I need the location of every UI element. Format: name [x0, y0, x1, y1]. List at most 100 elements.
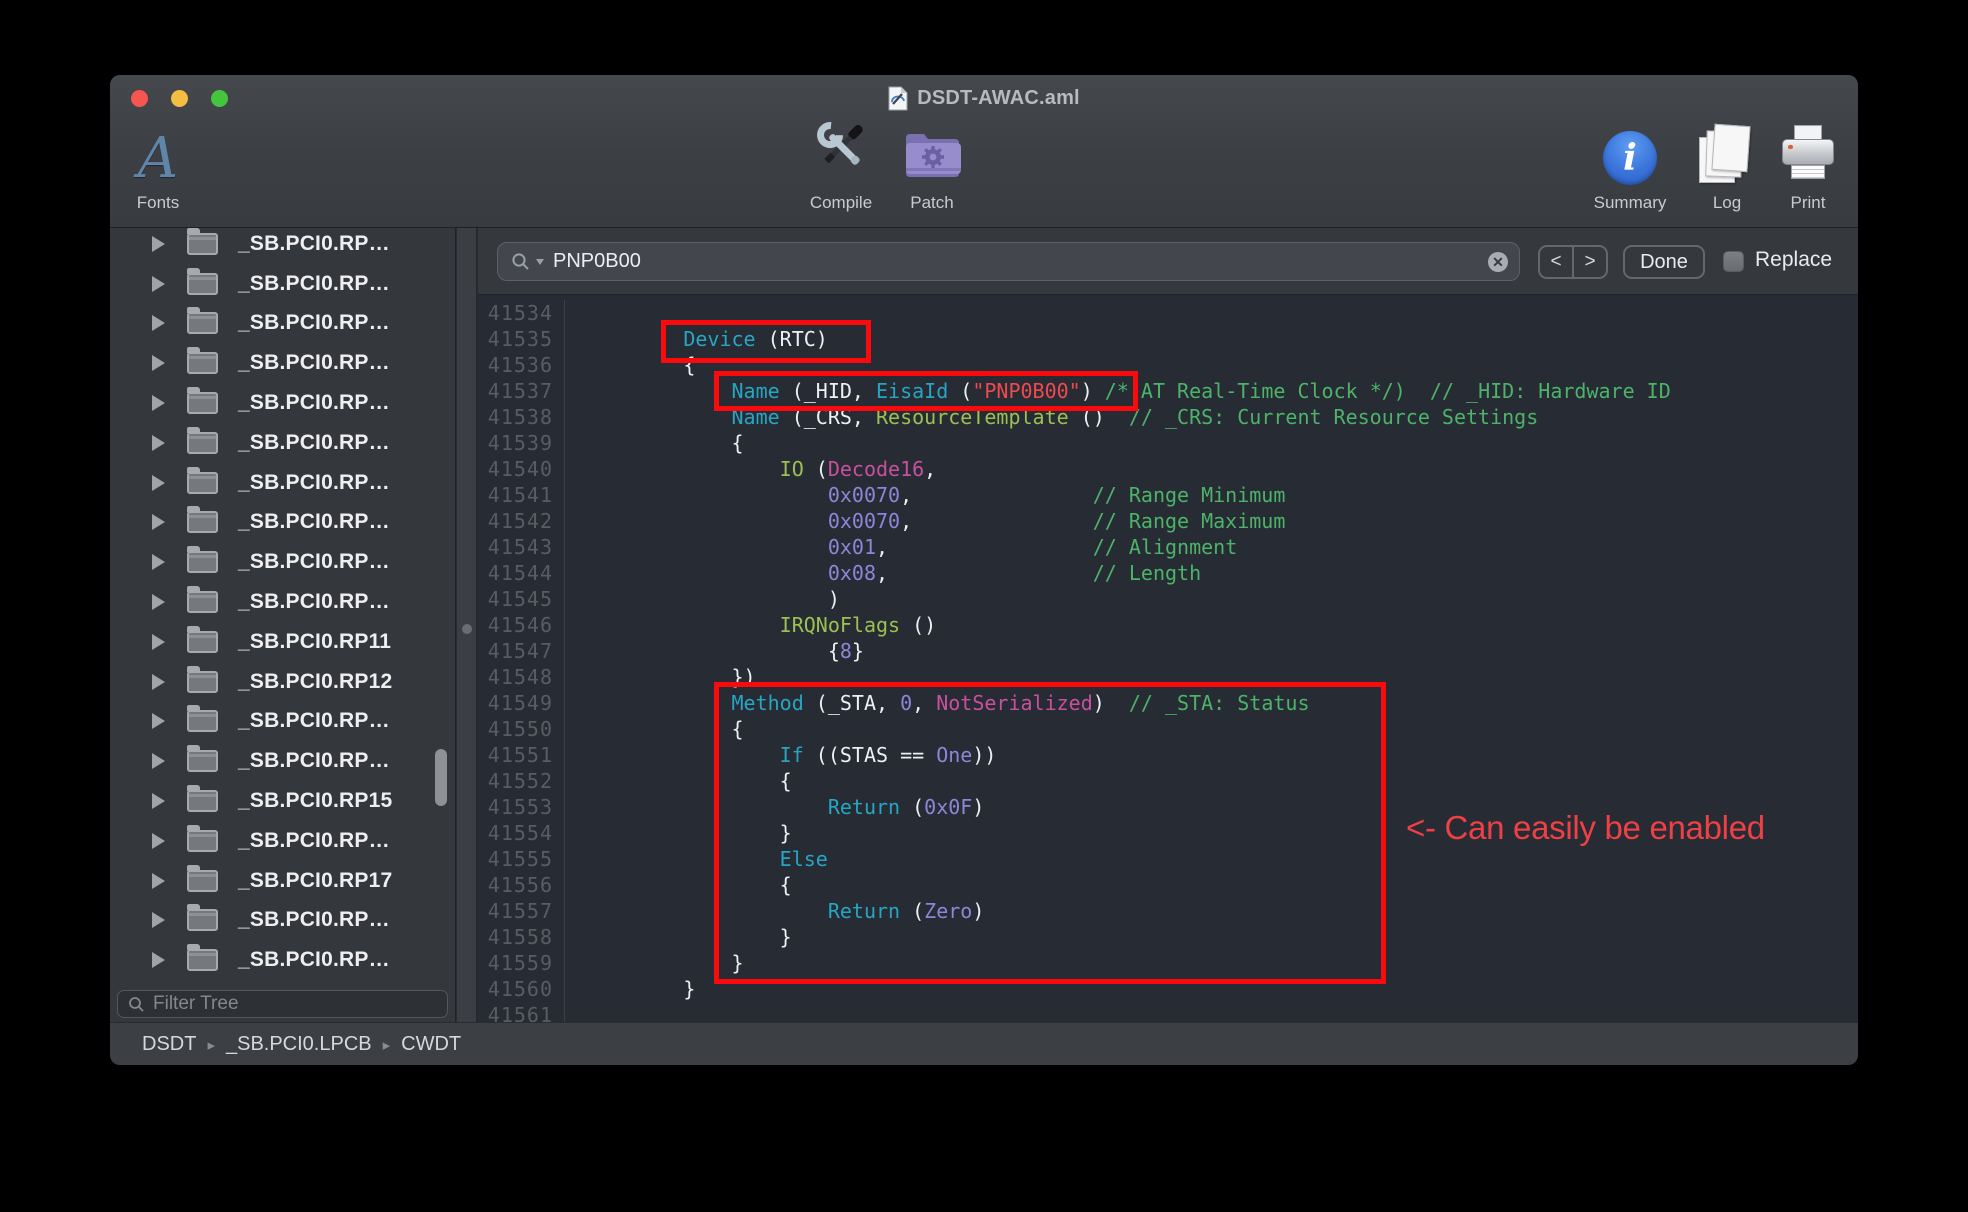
- aml-document-icon: [888, 86, 908, 111]
- code-line: 41541 0x0070, // Range Minimum: [478, 482, 1858, 508]
- code-line: 41542 0x0070, // Range Maximum: [478, 508, 1858, 534]
- code-text: 0x08, // Length: [565, 560, 1201, 586]
- title-area: DSDT-AWAC.aml: [110, 84, 1858, 112]
- search-value: PNP0B00: [553, 250, 641, 273]
- screen: DSDT-AWAC.aml A Fonts: [0, 0, 1968, 1212]
- tree-item[interactable]: _SB.PCI0.RP…: [110, 383, 455, 423]
- info-circle-icon: i: [1603, 131, 1657, 185]
- line-number: 41560: [478, 976, 565, 1002]
- code-line: 41546 IRQNoFlags (): [478, 612, 1858, 638]
- search-menu-chevron-icon[interactable]: [536, 259, 544, 265]
- disclosure-triangle-icon[interactable]: [152, 475, 165, 491]
- disclosure-triangle-icon[interactable]: [152, 912, 165, 928]
- tree-item-label: _SB.PCI0.RP…: [238, 948, 390, 972]
- tree-item[interactable]: _SB.PCI0.RP11: [110, 622, 455, 662]
- disclosure-triangle-icon[interactable]: [152, 674, 165, 690]
- disclosure-triangle-icon[interactable]: [152, 395, 165, 411]
- tree-item-label: _SB.PCI0.RP…: [238, 829, 390, 853]
- line-number: 41554: [478, 820, 565, 846]
- tree-item[interactable]: _SB.PCI0.RP…: [110, 503, 455, 543]
- code-text: [565, 1002, 587, 1022]
- line-number: 41551: [478, 742, 565, 768]
- disclosure-triangle-icon[interactable]: [152, 634, 165, 650]
- disclosure-triangle-icon[interactable]: [152, 554, 165, 570]
- line-number: 41540: [478, 456, 565, 482]
- window-title: DSDT-AWAC.aml: [917, 87, 1080, 110]
- line-number: 41545: [478, 586, 565, 612]
- tree-item-label: _SB.PCI0.RP…: [238, 749, 390, 773]
- line-number: 41550: [478, 716, 565, 742]
- breadcrumb-item[interactable]: DSDT: [142, 1033, 196, 1056]
- tree-item[interactable]: _SB.PCI0.RP…: [110, 901, 455, 941]
- disclosure-triangle-icon[interactable]: [152, 753, 165, 769]
- toolbar-fonts-button[interactable]: A Fonts: [110, 119, 223, 213]
- editor-pane: PNP0B00 ✕ < > Done Replace 4153441535 De…: [478, 228, 1858, 1022]
- line-number: 41544: [478, 560, 565, 586]
- breadcrumb-separator-icon: ▸: [207, 1036, 215, 1054]
- disclosure-triangle-icon[interactable]: [152, 873, 165, 889]
- code-line: 41537 Name (_HID, EisaId ("PNP0B00") /* …: [478, 378, 1858, 404]
- tree-item[interactable]: _SB.PCI0.RP…: [110, 343, 455, 383]
- replace-label: Replace: [1755, 248, 1832, 272]
- search-input[interactable]: PNP0B00 ✕: [497, 242, 1520, 281]
- code-text: 0x01, // Alignment: [565, 534, 1237, 560]
- tree-item[interactable]: _SB.PCI0.RP12: [110, 662, 455, 702]
- code-line: 41561: [478, 1002, 1858, 1022]
- code-line: 41547 {8}: [478, 638, 1858, 664]
- breadcrumb-item[interactable]: _SB.PCI0.LPCB: [226, 1033, 372, 1056]
- line-number: 41548: [478, 664, 565, 690]
- disclosure-triangle-icon[interactable]: [152, 713, 165, 729]
- tree-item[interactable]: _SB.PCI0.RP…: [110, 463, 455, 503]
- clear-search-button[interactable]: ✕: [1488, 252, 1508, 272]
- code-editor[interactable]: 4153441535 Device (RTC)41536 {41537 Name…: [478, 295, 1858, 1022]
- disclosure-triangle-icon[interactable]: [152, 236, 165, 252]
- crossed-tools-icon: [812, 118, 870, 185]
- find-previous-button[interactable]: <: [1540, 247, 1574, 277]
- tree-item[interactable]: _SB.PCI0.RP…: [110, 582, 455, 622]
- code-text: {: [565, 430, 744, 456]
- folder-gear-icon: [903, 130, 961, 185]
- line-number: 41549: [478, 690, 565, 716]
- disclosure-triangle-icon[interactable]: [152, 435, 165, 451]
- tree-item[interactable]: _SB.PCI0.RP…: [110, 423, 455, 463]
- folder-icon: [187, 472, 218, 494]
- splitter-handle-icon[interactable]: [462, 624, 472, 634]
- done-button[interactable]: Done: [1623, 245, 1705, 279]
- sidebar-scrollbar-thumb[interactable]: [435, 749, 447, 806]
- filter-tree-input[interactable]: Filter Tree: [117, 990, 448, 1018]
- line-number: 41557: [478, 898, 565, 924]
- toolbar-print-label: Print: [1743, 193, 1858, 213]
- tree-item[interactable]: _SB.PCI0.RP…: [110, 304, 455, 344]
- replace-checkbox[interactable]: [1723, 251, 1744, 272]
- disclosure-triangle-icon[interactable]: [152, 793, 165, 809]
- tree-item[interactable]: _SB.PCI0.RP15: [110, 781, 455, 821]
- toolbar-patch-button[interactable]: Patch: [867, 119, 997, 213]
- tree-item[interactable]: _SB.PCI0.RP…: [110, 228, 455, 264]
- tree-item[interactable]: _SB.PCI0.RP…: [110, 821, 455, 861]
- tree-item[interactable]: _SB.PCI0.RP…: [110, 741, 455, 781]
- tree-item[interactable]: _SB.PCI0.RP17: [110, 861, 455, 901]
- disclosure-triangle-icon[interactable]: [152, 276, 165, 292]
- find-next-button[interactable]: >: [1574, 247, 1606, 277]
- pane-splitter[interactable]: [457, 228, 477, 1022]
- disclosure-triangle-icon[interactable]: [152, 952, 165, 968]
- disclosure-triangle-icon[interactable]: [152, 514, 165, 530]
- tree-item[interactable]: _SB.PCI0.RP…: [110, 542, 455, 582]
- disclosure-triangle-icon[interactable]: [152, 594, 165, 610]
- tree-item-label: _SB.PCI0.RP…: [238, 471, 390, 495]
- disclosure-triangle-icon[interactable]: [152, 315, 165, 331]
- tree-item[interactable]: _SB.PCI0.RP…: [110, 702, 455, 742]
- tree-item[interactable]: _SB.PCI0.RP…: [110, 264, 455, 304]
- folder-icon: [187, 273, 218, 295]
- tree-item-label: _SB.PCI0.RP…: [238, 550, 390, 574]
- code-text: }: [565, 976, 695, 1002]
- serif-a-icon: A: [138, 132, 178, 185]
- disclosure-triangle-icon[interactable]: [152, 833, 165, 849]
- toolbar-print-button[interactable]: Print: [1743, 119, 1858, 213]
- folder-icon: [187, 750, 218, 772]
- folder-icon: [187, 432, 218, 454]
- tree-item[interactable]: _SB.PCI0.RP…: [110, 940, 455, 980]
- breadcrumb-item[interactable]: CWDT: [401, 1033, 461, 1056]
- disclosure-triangle-icon[interactable]: [152, 355, 165, 371]
- line-number: 41534: [478, 300, 565, 326]
